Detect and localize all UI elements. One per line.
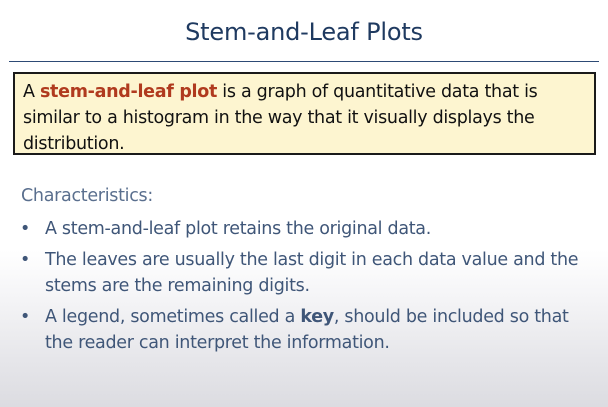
list-item: • The leaves are usually the last digit … — [18, 247, 598, 299]
bullet-icon: • — [20, 250, 31, 270]
characteristics-list: • A stem-and-leaf plot retains the origi… — [18, 216, 598, 361]
list-item: • A stem-and-leaf plot retains the origi… — [18, 216, 598, 242]
bullet-text-before: A legend, sometimes called a — [45, 307, 301, 327]
definition-lead: A — [23, 82, 40, 102]
bullet-text: The leaves are usually the last digit in… — [45, 250, 579, 296]
list-item: • A legend, sometimes called a key, shou… — [18, 304, 598, 356]
bullet-text: A stem-and-leaf plot retains the origina… — [45, 219, 431, 239]
bullet-icon: • — [20, 219, 31, 239]
definition-box: A stem-and-leaf plot is a graph of quant… — [13, 72, 596, 155]
bullet-icon: • — [20, 307, 31, 327]
key-term: key — [300, 307, 334, 327]
slide-title: Stem-and-Leaf Plots — [185, 18, 423, 46]
characteristics-heading: Characteristics: — [21, 186, 153, 206]
definition-term: stem-and-leaf plot — [39, 82, 218, 102]
title-underline — [9, 61, 599, 62]
